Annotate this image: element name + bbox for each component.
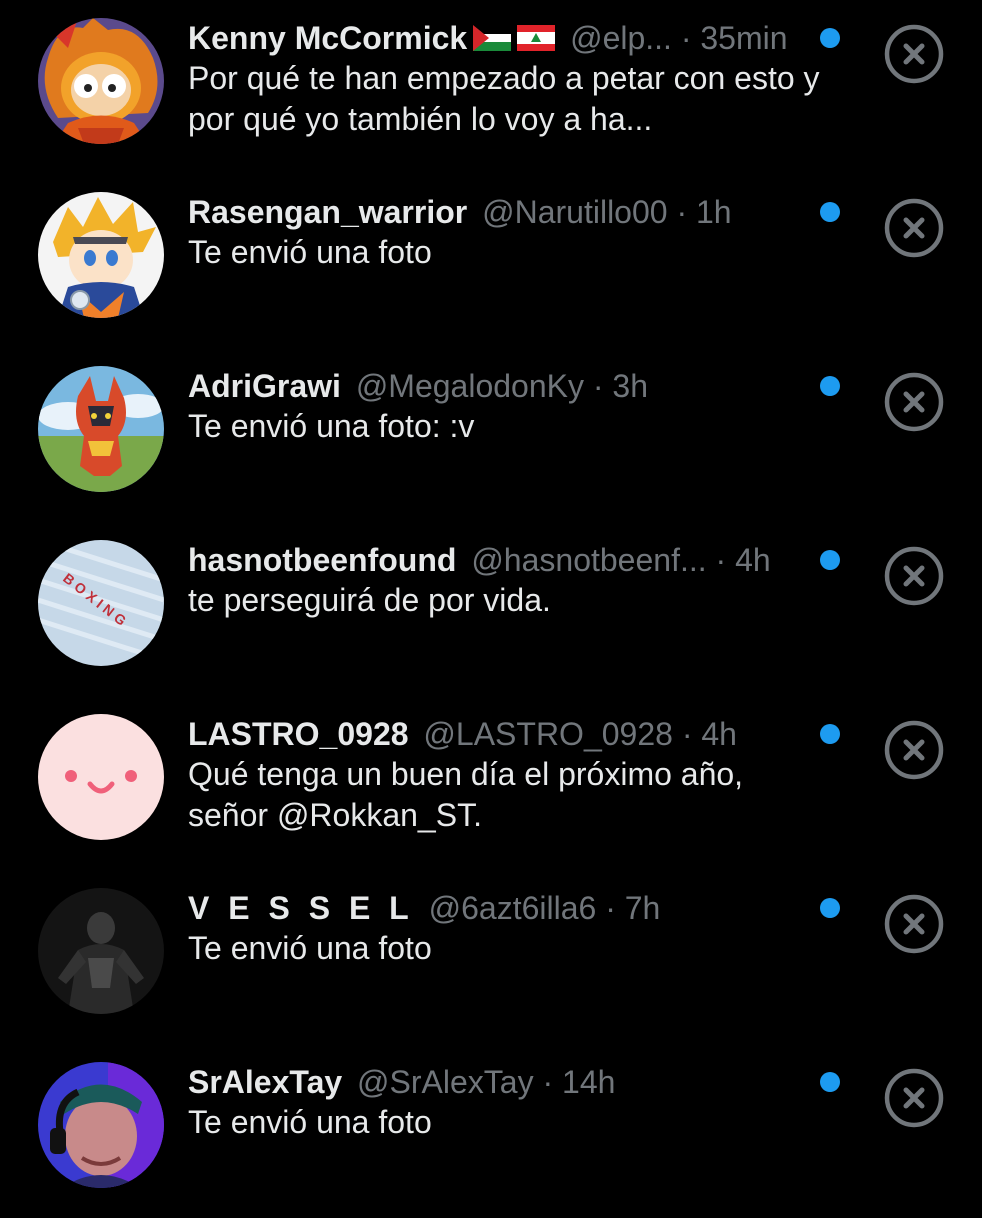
message-preview: Te envió una foto	[188, 1104, 432, 1140]
message-preview: Te envió una foto	[188, 234, 432, 270]
separator-dot: ·	[681, 716, 693, 752]
user-handle[interactable]: @elp...	[570, 20, 672, 56]
message-preview: Por qué te han empezado a petar con esto…	[188, 60, 820, 137]
conversation-row[interactable]: LASTRO_0928 @LASTRO_0928 · 4h Qué tenga …	[0, 696, 982, 870]
lebanon-flag-icon	[517, 24, 556, 51]
separator-dot: ·	[715, 542, 727, 578]
circle-x-icon	[884, 546, 944, 606]
unread-indicator	[820, 376, 840, 396]
display-name: hasnotbeenfound	[188, 542, 457, 578]
display-name: Kenny McCormick	[188, 20, 468, 56]
display-name: AdriGrawi	[188, 368, 341, 404]
dismiss-button[interactable]	[884, 894, 944, 954]
separator-dot: ·	[542, 1064, 554, 1100]
circle-x-icon	[884, 720, 944, 780]
timestamp: 3h	[612, 368, 649, 404]
user-handle[interactable]: @hasnotbeenf...	[471, 542, 706, 578]
conversation-row[interactable]: Rasengan_warrior @Narutillo00 · 1h Te en…	[0, 174, 982, 348]
palestine-flag-icon	[473, 24, 512, 51]
message-preview: Te envió una foto	[188, 930, 432, 966]
dismiss-button[interactable]	[884, 720, 944, 780]
display-name: Rasengan_warrior	[188, 194, 468, 230]
unread-indicator	[820, 28, 840, 48]
separator-dot: ·	[680, 20, 692, 56]
unread-indicator	[820, 898, 840, 918]
unread-indicator	[820, 202, 840, 222]
conversation-row[interactable]: BOXING hasnotbeenfound @hasnotbeenf... ·…	[0, 522, 982, 696]
conversation-row[interactable]: Kenny McCormick @elp... · 35min Por qué …	[0, 0, 982, 174]
message-preview: Qué tenga un buen día el próximo año, se…	[188, 756, 744, 833]
conversation-row[interactable]: V E S S E L @6azt6illa6 · 7h Te envió un…	[0, 870, 982, 1044]
timestamp: 14h	[562, 1064, 616, 1100]
circle-x-icon	[884, 372, 944, 432]
separator-dot: ·	[605, 890, 616, 926]
dark-figure-avatar[interactable]	[38, 888, 164, 1014]
message-preview: te perseguirá de por vida.	[188, 582, 551, 618]
headset-person-avatar[interactable]	[38, 1062, 164, 1188]
dismiss-button[interactable]	[884, 198, 944, 258]
conversation-row[interactable]: SrAlexTay @SrAlexTay · 14h Te envió una …	[0, 1044, 982, 1218]
unread-indicator	[820, 1072, 840, 1092]
timestamp: 1h	[696, 194, 732, 230]
timestamp: 4h	[735, 542, 771, 578]
red-creature-avatar[interactable]	[38, 366, 164, 492]
display-name: V E S S E L	[188, 890, 414, 926]
circle-x-icon	[884, 1068, 944, 1128]
dismiss-button[interactable]	[884, 546, 944, 606]
timestamp: 7h	[624, 890, 661, 926]
dismiss-button[interactable]	[884, 24, 944, 84]
user-handle[interactable]: @Narutillo00	[482, 194, 667, 230]
conversation-list: Kenny McCormick @elp... · 35min Por qué …	[0, 0, 982, 1200]
timestamp: 35min	[700, 20, 788, 56]
circle-x-icon	[884, 24, 944, 84]
boxing-fabric-avatar[interactable]: BOXING	[38, 540, 164, 666]
conversation-row[interactable]: AdriGrawi @MegalodonKy · 3h Te envió una…	[0, 348, 982, 522]
dismiss-button[interactable]	[884, 1068, 944, 1128]
user-handle[interactable]: @LASTRO_0928	[423, 716, 673, 752]
timestamp: 4h	[701, 716, 737, 752]
pink-smiley-avatar[interactable]	[38, 714, 164, 840]
message-preview: Te envió una foto: :v	[188, 408, 475, 444]
user-handle[interactable]: @MegalodonKy	[356, 368, 584, 404]
circle-x-icon	[884, 894, 944, 954]
south-park-kenny-avatar[interactable]	[38, 18, 164, 144]
dismiss-button[interactable]	[884, 372, 944, 432]
user-handle[interactable]: @SrAlexTay	[357, 1064, 534, 1100]
unread-indicator	[820, 550, 840, 570]
user-handle[interactable]: @6azt6illa6	[429, 890, 597, 926]
anime-character-avatar[interactable]	[38, 192, 164, 318]
unread-indicator	[820, 724, 840, 744]
separator-dot: ·	[676, 194, 688, 230]
display-name: LASTRO_0928	[188, 716, 409, 752]
circle-x-icon	[884, 198, 944, 258]
separator-dot: ·	[592, 368, 604, 404]
display-name: SrAlexTay	[188, 1064, 343, 1100]
